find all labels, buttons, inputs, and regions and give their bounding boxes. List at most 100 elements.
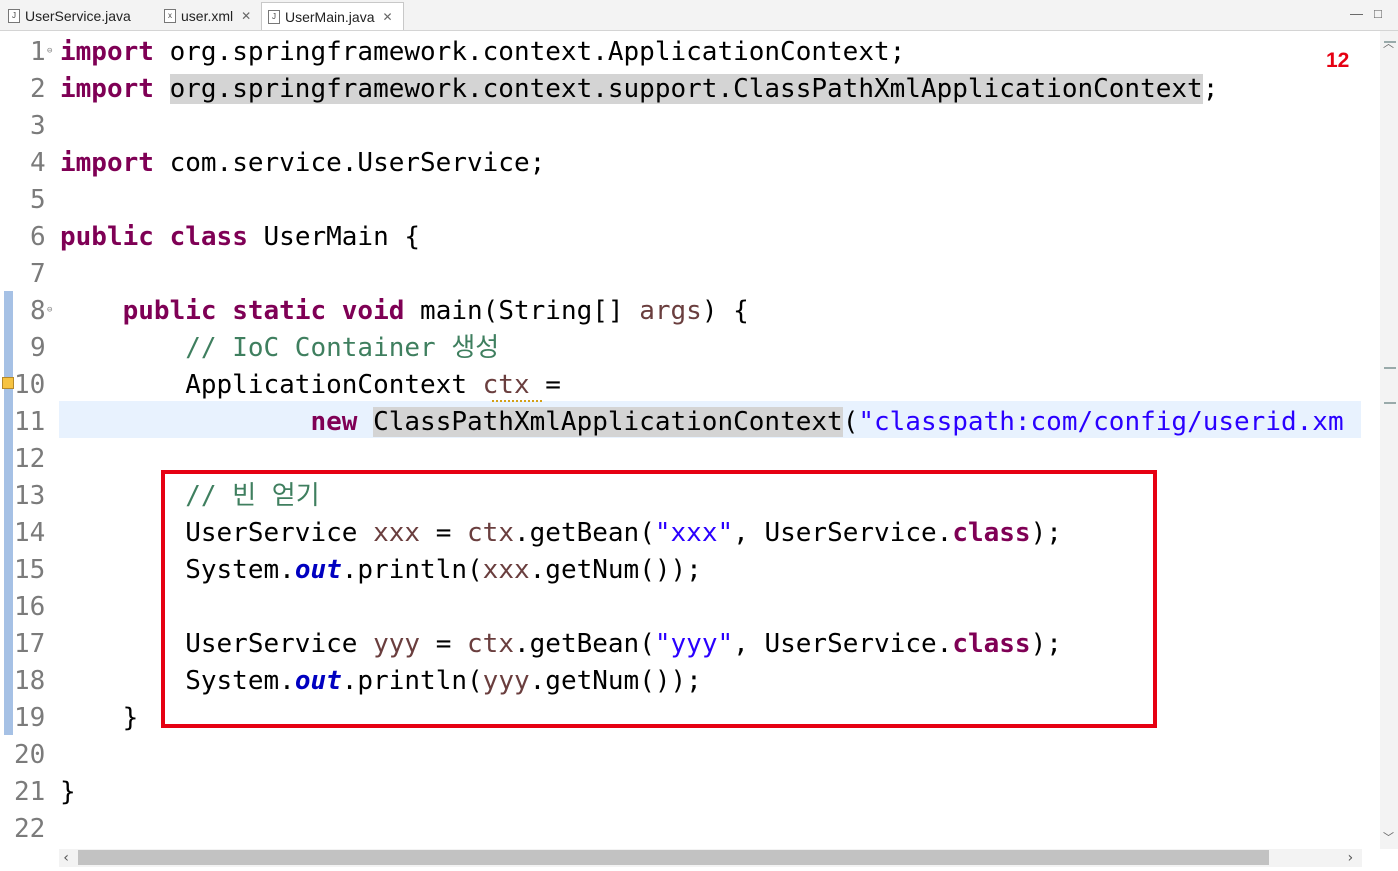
code-token: = [529, 370, 561, 400]
minimize-icon[interactable]: — [1350, 6, 1363, 21]
overview-ruler-mark[interactable] [1384, 41, 1396, 43]
code-token: ) { [701, 296, 749, 326]
comment-token: // IoC Container 생성 [185, 333, 500, 363]
line-number: 6 [30, 222, 46, 252]
code-line[interactable]: 11 new ClassPathXmlApplicationContext("c… [0, 404, 1380, 441]
scroll-up-icon[interactable]: ︿ [1383, 35, 1394, 51]
line-number: 16 [14, 592, 46, 622]
keyword-token: public [60, 222, 154, 252]
code-editor[interactable]: 1 ⊖ import org.springframework.context.App… [0, 31, 1380, 849]
tab-label: user.xml [181, 8, 234, 24]
code-token: UserMain { [247, 222, 421, 252]
tab-label: UserMain.java [285, 8, 375, 25]
line-number: 13 [14, 481, 46, 511]
code-text: public class UserMain { [60, 219, 420, 256]
code-token: ctx [482, 370, 530, 400]
line-number: 9 [30, 333, 46, 363]
close-icon[interactable]: ✕ [241, 9, 251, 23]
maximize-icon[interactable]: □ [1374, 6, 1382, 21]
tab-userservice-java[interactable]: J UserService.java [2, 2, 157, 30]
code-token: main(String[] [404, 296, 640, 326]
line-number: 12 [14, 444, 46, 474]
line-number: 5 [30, 185, 46, 215]
keyword-token: void [341, 296, 405, 326]
overview-ruler-mark[interactable] [1384, 402, 1396, 404]
keyword-token: import [60, 74, 154, 104]
code-token: args [639, 296, 702, 326]
warning-underline [492, 397, 542, 402]
code-line[interactable]: 8 ⊖ public static void main(String[] args… [0, 293, 1380, 330]
tab-user-xml[interactable]: x user.xml ✕ [158, 2, 260, 30]
tab-usermain-java[interactable]: J UserMain.java ✕ [261, 2, 404, 30]
close-icon[interactable]: ✕ [382, 10, 392, 24]
code-line[interactable]: 7 [0, 256, 1380, 293]
highlight-box [161, 470, 1157, 728]
code-text: // IoC Container 생성 [60, 330, 499, 367]
scroll-right-icon[interactable]: › [1346, 849, 1354, 867]
code-text: import org.springframework.context.Appli… [60, 34, 905, 71]
scroll-thumb[interactable] [78, 850, 1269, 865]
keyword-token: import [60, 37, 154, 67]
keyword-token: new [310, 407, 358, 437]
keyword-token: import [60, 148, 154, 178]
code-text: import com.service.UserService; [60, 145, 545, 182]
keyword-token: static [232, 296, 327, 326]
code-line[interactable]: 4 import com.service.UserService; [0, 145, 1380, 182]
code-text: new ClassPathXmlApplicationContext("clas… [60, 404, 1344, 441]
line-number: 19 [14, 703, 46, 733]
line-number: 2 [30, 74, 46, 104]
code-token: } [60, 703, 139, 733]
code-text: ApplicationContext ctx = [60, 367, 561, 404]
code-line[interactable]: 3 [0, 108, 1380, 145]
code-line[interactable]: 22 [0, 811, 1380, 848]
code-line[interactable]: 20 [0, 737, 1380, 774]
annotation-count: 12 [1326, 49, 1350, 72]
code-line[interactable]: 6 public class UserMain { [0, 219, 1380, 256]
code-text: public static void main(String[] args) { [60, 293, 749, 330]
code-text: } [60, 774, 76, 811]
code-token: com.service.UserService; [153, 148, 546, 178]
code-line[interactable]: 9 // IoC Container 생성 [0, 330, 1380, 367]
code-token: ( [842, 407, 859, 437]
keyword-token: class [169, 222, 248, 252]
code-token: org.springframework.context.support.Clas… [169, 74, 1203, 104]
code-line[interactable]: 10 ApplicationContext ctx = [0, 367, 1380, 404]
keyword-token: public [122, 296, 217, 326]
line-number: 3 [30, 111, 46, 141]
vertical-scrollbar[interactable]: ︿ ﹀ [1380, 31, 1398, 849]
code-line[interactable]: 1 ⊖ import org.springframework.context.App… [0, 34, 1380, 71]
line-number: 18 [14, 666, 46, 696]
editor-tab-bar: J UserService.java x user.xml ✕ J UserMa… [0, 0, 1398, 31]
horizontal-scrollbar[interactable]: ‹ › [59, 849, 1362, 867]
line-number: 20 [14, 740, 46, 770]
code-text: } [60, 700, 139, 737]
line-number: 11 [14, 407, 46, 437]
code-line[interactable]: 21} [0, 774, 1380, 811]
scroll-down-icon[interactable]: ﹀ [1383, 829, 1394, 845]
code-token: ; [1202, 74, 1219, 104]
code-token: ClassPathXmlApplicationContext [373, 407, 843, 437]
code-token: org.springframework.context.ApplicationC… [153, 37, 906, 67]
string-token: "classpath:com/config/userid.xm [858, 407, 1344, 437]
code-token: ApplicationContext [60, 370, 483, 400]
code-line[interactable]: 2 import org.springframework.context.supp… [0, 71, 1380, 108]
java-file-icon: J [8, 9, 20, 23]
code-line[interactable]: 5 [0, 182, 1380, 219]
code-token: } [60, 777, 76, 807]
overview-ruler-mark[interactable] [1384, 367, 1396, 369]
line-number: 17 [14, 629, 46, 659]
scroll-left-icon[interactable]: ‹ [62, 849, 70, 867]
line-number: 21 [14, 777, 46, 807]
line-number: 4 [30, 148, 46, 178]
fold-icon[interactable]: ⊖ [47, 46, 52, 56]
xml-file-icon: x [164, 9, 176, 23]
tab-label: UserService.java [25, 8, 131, 24]
fold-icon[interactable]: ⊖ [47, 305, 52, 315]
code-text: import org.springframework.context.suppo… [60, 71, 1218, 108]
